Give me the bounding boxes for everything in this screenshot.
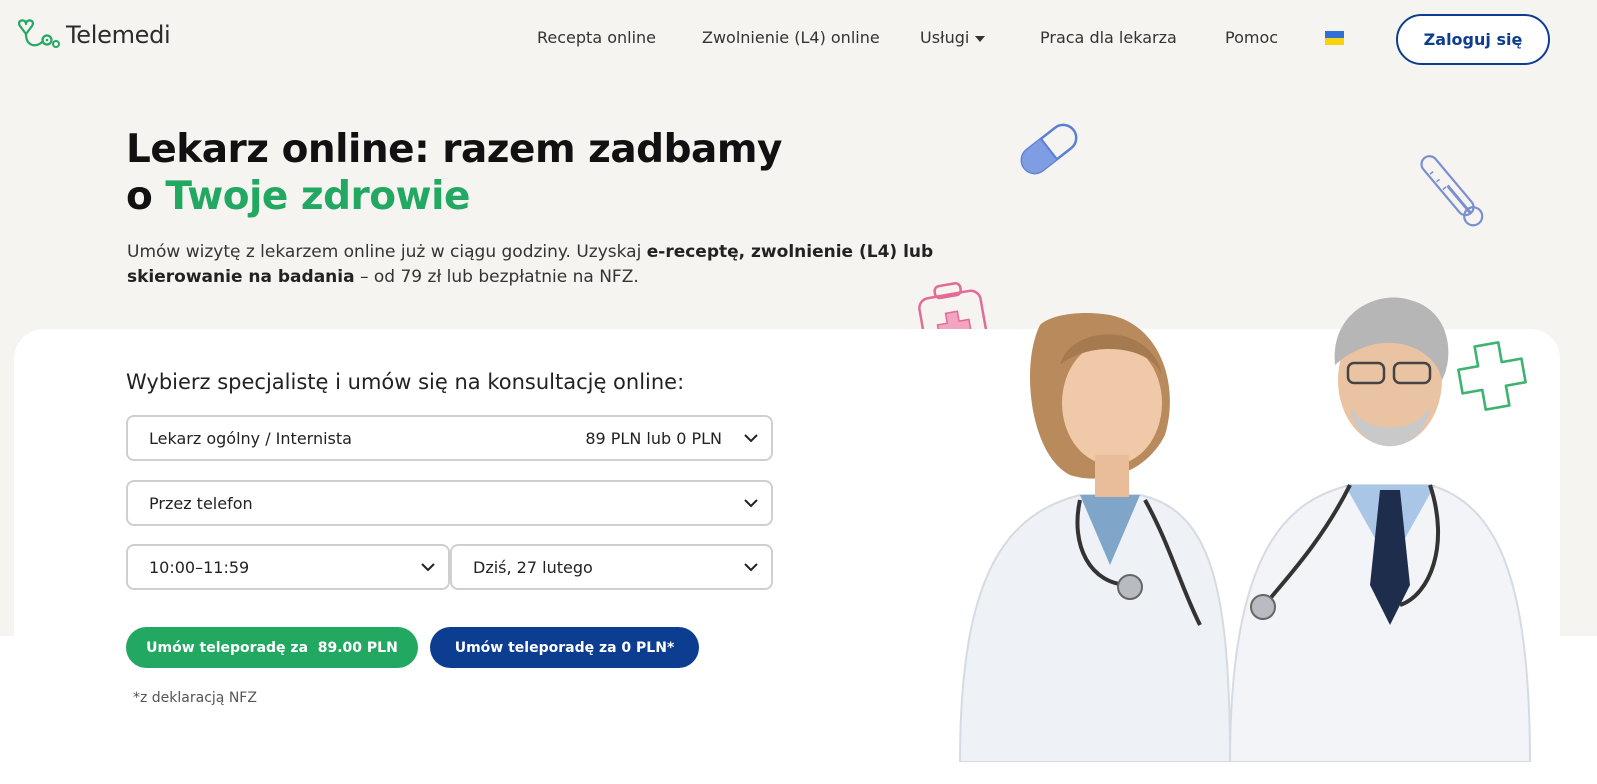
booking-title: Wybierz specjalistę i umów się na konsul… bbox=[126, 370, 685, 394]
hero-title: Lekarz online: razem zadbamy o Twoje zdr… bbox=[126, 126, 782, 220]
nav-uslugi-dropdown[interactable]: Usługi bbox=[920, 28, 986, 47]
doctors-photo bbox=[958, 297, 1532, 762]
date-select[interactable]: Dziś, 27 lutego bbox=[450, 544, 773, 590]
chevron-down-icon bbox=[744, 434, 758, 443]
female-doctor-figure bbox=[958, 313, 1232, 762]
specialist-select[interactable]: Lekarz ogólny / Internista 89 PLN lub 0 … bbox=[126, 415, 773, 461]
book-paid-button[interactable]: Umów teleporadę za 89.00 PLN bbox=[126, 627, 418, 668]
site-header: Telemedi Recepta online Zwolnienie (L4) … bbox=[0, 0, 1597, 78]
nav-uslugi-label: Usługi bbox=[920, 28, 970, 47]
channel-select[interactable]: Przez telefon bbox=[126, 480, 773, 526]
chevron-down-icon bbox=[744, 499, 758, 508]
nfz-footnote: *z deklaracją NFZ bbox=[133, 690, 257, 706]
login-button[interactable]: Zaloguj się bbox=[1396, 14, 1550, 65]
book-free-nfz-button[interactable]: Umów teleporadę za 0 PLN* bbox=[430, 627, 699, 668]
medical-cross-icon bbox=[1457, 341, 1527, 411]
time-value: 10:00–11:59 bbox=[149, 558, 250, 577]
main-nav: Recepta online Zwolnienie (L4) online Us… bbox=[0, 28, 1597, 52]
chevron-down-icon bbox=[744, 563, 758, 572]
chevron-down-icon bbox=[421, 563, 435, 572]
pill-icon bbox=[1020, 123, 1078, 175]
nav-recepta-online[interactable]: Recepta online bbox=[537, 28, 656, 47]
hero-title-highlight: Twoje zdrowie bbox=[165, 174, 470, 219]
hero-description: Umów wizytę z lekarzem online już w ciąg… bbox=[127, 240, 947, 290]
thermometer-icon bbox=[1420, 155, 1484, 227]
specialist-price: 89 PLN lub 0 PLN bbox=[585, 429, 722, 448]
ukraine-flag-icon[interactable] bbox=[1325, 31, 1344, 45]
hero-title-prefix: o bbox=[126, 174, 166, 219]
caret-down-icon bbox=[975, 35, 986, 42]
nav-praca-dla-lekarza[interactable]: Praca dla lekarza bbox=[1040, 28, 1177, 47]
specialist-value: Lekarz ogólny / Internista bbox=[149, 429, 352, 448]
channel-value: Przez telefon bbox=[149, 494, 253, 513]
hero-title-line1: Lekarz online: razem zadbamy bbox=[126, 127, 782, 172]
hero-desc-text: Umów wizytę z lekarzem online już w ciąg… bbox=[127, 242, 647, 262]
nav-pomoc[interactable]: Pomoc bbox=[1225, 28, 1278, 47]
date-value: Dziś, 27 lutego bbox=[473, 558, 593, 577]
time-select[interactable]: 10:00–11:59 bbox=[126, 544, 450, 590]
nav-zwolnienie-online[interactable]: Zwolnienie (L4) online bbox=[702, 28, 880, 47]
hero-desc-text-end: – od 79 zł lub bezpłatnie na NFZ. bbox=[354, 267, 639, 287]
